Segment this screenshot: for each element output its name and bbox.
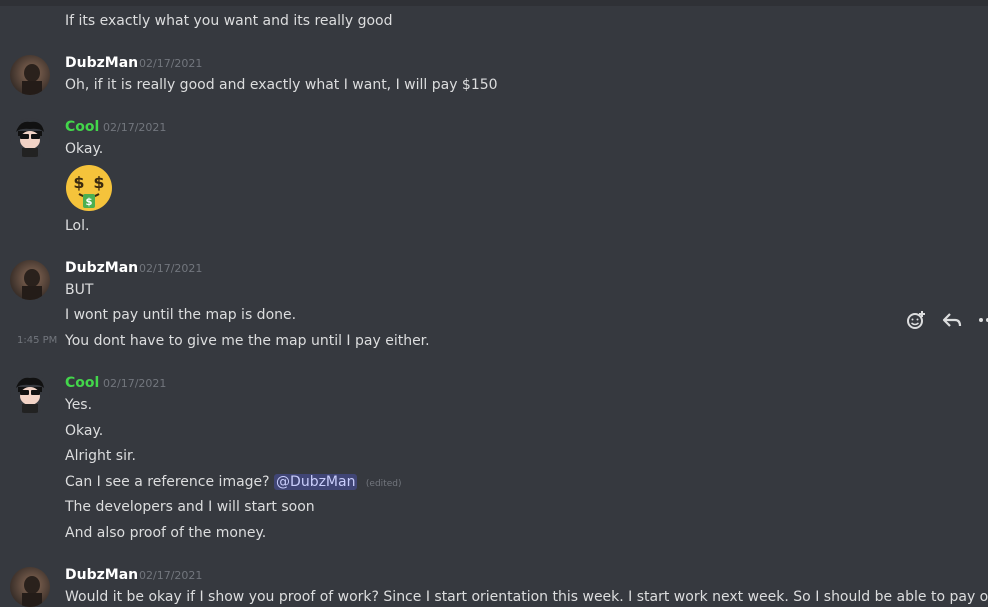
message-text: If its exactly what you want and its rea… (65, 13, 393, 29)
add-reaction-icon[interactable] (905, 310, 927, 330)
avatar-image (22, 576, 42, 607)
reply-icon[interactable] (941, 310, 963, 330)
message-text: And also proof of the money. (65, 525, 267, 541)
more-icon[interactable] (977, 310, 988, 330)
message-text: Yes. (65, 397, 93, 413)
avatar-image (22, 64, 42, 95)
timestamp: 02/17/2021 (139, 569, 203, 582)
svg-text:$: $ (73, 173, 84, 192)
message-text-prefix: Can I see a reference image? (65, 474, 270, 490)
money-mouth-face-emoji[interactable]: $ $ $ (65, 164, 113, 212)
message-text: You dont have to give me the map until I… (65, 333, 430, 349)
edited-label: (edited) (365, 479, 402, 489)
username-cool[interactable]: Cool (65, 118, 99, 136)
avatar-dubzman[interactable] (10, 260, 50, 300)
avatar-image (16, 377, 44, 413)
timestamp: 02/17/2021 (139, 57, 203, 70)
avatar-cool[interactable] (10, 118, 50, 158)
hover-timestamp: 1:45 PM (17, 335, 58, 346)
username-dubzman[interactable]: DubzMan (65, 566, 138, 584)
avatar-dubzman[interactable] (10, 55, 50, 95)
message-text: Alright sir. (65, 448, 136, 464)
username-cool[interactable]: Cool (65, 374, 99, 392)
message-text: Lol. (65, 218, 90, 234)
message-text: Oh, if it is really good and exactly wha… (65, 77, 498, 93)
timestamp: 02/17/2021 (103, 377, 167, 390)
message-text: Would it be okay if I show you proof of … (65, 589, 988, 605)
username-dubzman[interactable]: DubzMan (65, 259, 138, 277)
message-actions (905, 310, 988, 330)
message-text: I wont pay until the map is done. (65, 307, 297, 323)
top-edge (0, 0, 988, 6)
message-text: Okay. (65, 141, 104, 157)
timestamp: 02/17/2021 (103, 121, 167, 134)
avatar-image (22, 269, 42, 300)
message-text: Can I see a reference image? @DubzMan (e… (65, 473, 401, 493)
avatar-dubzman[interactable] (10, 567, 50, 607)
user-mention[interactable]: @DubzMan (274, 474, 358, 490)
avatar-cool[interactable] (10, 374, 50, 414)
message-text: Okay. (65, 423, 104, 439)
message-text: BUT (65, 282, 94, 298)
avatar-image (16, 121, 44, 157)
svg-text:$: $ (86, 197, 93, 208)
message-text: The developers and I will start soon (65, 499, 315, 515)
username-dubzman[interactable]: DubzMan (65, 54, 138, 72)
svg-text:$: $ (93, 173, 104, 192)
timestamp: 02/17/2021 (139, 262, 203, 275)
